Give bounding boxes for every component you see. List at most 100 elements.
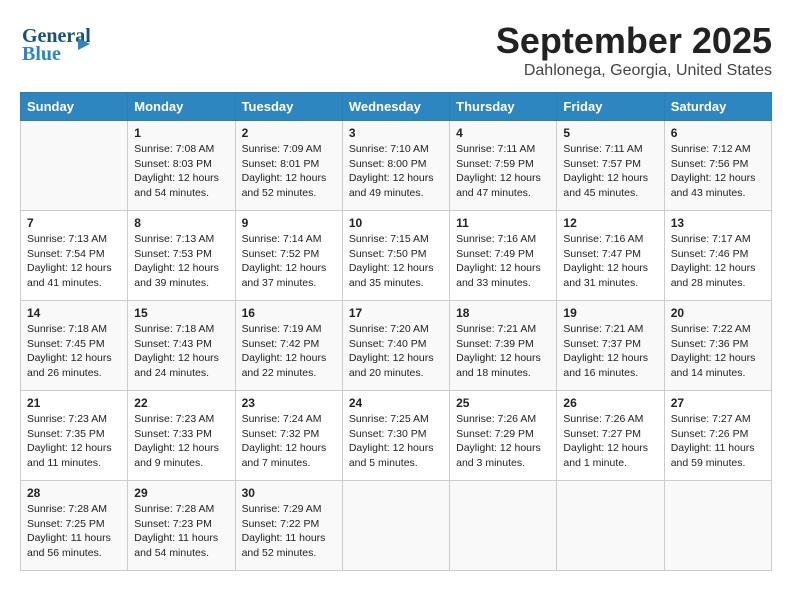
day-number: 2 [242,126,336,140]
day-content: Sunrise: 7:11 AMSunset: 7:57 PMDaylight:… [563,142,657,201]
weekday-header: Wednesday [342,93,449,121]
day-content: Sunrise: 7:21 AMSunset: 7:37 PMDaylight:… [563,322,657,381]
calendar-cell: 4Sunrise: 7:11 AMSunset: 7:59 PMDaylight… [450,121,557,211]
day-content: Sunrise: 7:16 AMSunset: 7:47 PMDaylight:… [563,232,657,291]
day-number: 26 [563,396,657,410]
day-content: Sunrise: 7:26 AMSunset: 7:27 PMDaylight:… [563,412,657,471]
calendar-cell: 17Sunrise: 7:20 AMSunset: 7:40 PMDayligh… [342,301,449,391]
day-number: 7 [27,216,121,230]
day-number: 30 [242,486,336,500]
day-content: Sunrise: 7:16 AMSunset: 7:49 PMDaylight:… [456,232,550,291]
calendar-cell: 30 Sunrise: 7:29 AMSunset: 7:22 PMDayligh… [235,481,342,571]
month-year-title: September 2025 [496,20,772,62]
calendar-week-row: 28 Sunrise: 7:28 AMSunset: 7:25 PMDayligh… [21,481,772,571]
calendar-cell: 26 Sunrise: 7:26 AMSunset: 7:27 PMDayligh… [557,391,664,481]
calendar-cell: 18Sunrise: 7:21 AMSunset: 7:39 PMDayligh… [450,301,557,391]
day-content: Sunrise: 7:27 AMSunset: 7:26 PMDaylight:… [671,412,765,471]
calendar-cell: 23 Sunrise: 7:24 AMSunset: 7:32 PMDayligh… [235,391,342,481]
calendar-cell: 10 Sunrise: 7:15 AMSunset: 7:50 PMDayligh… [342,211,449,301]
calendar-cell: 1Sunrise: 7:08 AMSunset: 8:03 PMDaylight… [128,121,235,211]
calendar-cell: 11 Sunrise: 7:16 AMSunset: 7:49 PMDayligh… [450,211,557,301]
day-number: 9 [242,216,336,230]
calendar-cell: 13 Sunrise: 7:17 AMSunset: 7:46 PMDayligh… [664,211,771,301]
logo: General Blue [20,20,90,75]
day-number: 21 [27,396,121,410]
day-number: 11 [456,216,550,230]
day-number: 24 [349,396,443,410]
calendar-cell: 25 Sunrise: 7:26 AMSunset: 7:29 PMDayligh… [450,391,557,481]
calendar-cell: 15Sunrise: 7:18 AMSunset: 7:43 PMDayligh… [128,301,235,391]
calendar-week-row: 14 Sunrise: 7:18 AMSunset: 7:45 PMDayligh… [21,301,772,391]
day-number: 4 [456,126,550,140]
day-number: 16 [242,306,336,320]
day-content: Sunrise: 7:21 AMSunset: 7:39 PMDaylight:… [456,322,550,381]
day-number: 13 [671,216,765,230]
day-number: 3 [349,126,443,140]
location-subtitle: Dahlonega, Georgia, United States [496,62,772,80]
day-content: Sunrise: 7:18 AMSunset: 7:45 PMDaylight:… [27,322,121,381]
calendar-cell: 24Sunrise: 7:25 AMSunset: 7:30 PMDayligh… [342,391,449,481]
calendar-cell [342,481,449,571]
day-content: Sunrise: 7:29 AMSunset: 7:22 PMDaylight:… [242,502,336,561]
day-content: Sunrise: 7:13 AMSunset: 7:54 PMDaylight:… [27,232,121,291]
day-number: 25 [456,396,550,410]
day-content: Sunrise: 7:19 AMSunset: 7:42 PMDaylight:… [242,322,336,381]
day-content: Sunrise: 7:13 AMSunset: 7:53 PMDaylight:… [134,232,228,291]
weekday-header: Tuesday [235,93,342,121]
calendar-cell: 19 Sunrise: 7:21 AMSunset: 7:37 PMDayligh… [557,301,664,391]
day-content: Sunrise: 7:23 AMSunset: 7:33 PMDaylight:… [134,412,228,471]
day-content: Sunrise: 7:26 AMSunset: 7:29 PMDaylight:… [456,412,550,471]
day-number: 23 [242,396,336,410]
calendar-cell [21,121,128,211]
calendar-cell: 29 Sunrise: 7:28 AMSunset: 7:23 PMDayligh… [128,481,235,571]
calendar-cell: 2 Sunrise: 7:09 AMSunset: 8:01 PMDaylight… [235,121,342,211]
calendar-body: 1Sunrise: 7:08 AMSunset: 8:03 PMDaylight… [21,121,772,571]
day-content: Sunrise: 7:24 AMSunset: 7:32 PMDaylight:… [242,412,336,471]
weekday-header: Saturday [664,93,771,121]
day-content: Sunrise: 7:23 AMSunset: 7:35 PMDaylight:… [27,412,121,471]
day-content: Sunrise: 7:22 AMSunset: 7:36 PMDaylight:… [671,322,765,381]
calendar-cell: 9 Sunrise: 7:14 AMSunset: 7:52 PMDaylight… [235,211,342,301]
calendar-cell [664,481,771,571]
calendar-cell: 5 Sunrise: 7:11 AMSunset: 7:57 PMDaylight… [557,121,664,211]
calendar-cell: 21 Sunrise: 7:23 AMSunset: 7:35 PMDayligh… [21,391,128,481]
day-number: 29 [134,486,228,500]
calendar-cell: 14 Sunrise: 7:18 AMSunset: 7:45 PMDayligh… [21,301,128,391]
weekday-header: Thursday [450,93,557,121]
weekday-header: Friday [557,93,664,121]
calendar-week-row: 7 Sunrise: 7:13 AMSunset: 7:54 PMDaylight… [21,211,772,301]
calendar-week-row: 21 Sunrise: 7:23 AMSunset: 7:35 PMDayligh… [21,391,772,481]
calendar-cell: 8 Sunrise: 7:13 AMSunset: 7:53 PMDaylight… [128,211,235,301]
day-number: 20 [671,306,765,320]
calendar-header-row: SundayMondayTuesdayWednesdayThursdayFrid… [21,93,772,121]
logo-icon: General Blue [20,20,90,70]
day-content: Sunrise: 7:28 AMSunset: 7:23 PMDaylight:… [134,502,228,561]
calendar-cell [450,481,557,571]
calendar-cell: 22 Sunrise: 7:23 AMSunset: 7:33 PMDayligh… [128,391,235,481]
day-number: 15 [134,306,228,320]
calendar-cell: 6Sunrise: 7:12 AMSunset: 7:56 PMDaylight… [664,121,771,211]
day-content: Sunrise: 7:20 AMSunset: 7:40 PMDaylight:… [349,322,443,381]
day-number: 19 [563,306,657,320]
day-number: 12 [563,216,657,230]
day-content: Sunrise: 7:15 AMSunset: 7:50 PMDaylight:… [349,232,443,291]
calendar-cell: 20 Sunrise: 7:22 AMSunset: 7:36 PMDayligh… [664,301,771,391]
day-number: 10 [349,216,443,230]
day-content: Sunrise: 7:17 AMSunset: 7:46 PMDaylight:… [671,232,765,291]
day-number: 28 [27,486,121,500]
calendar-table: SundayMondayTuesdayWednesdayThursdayFrid… [20,92,772,571]
calendar-cell: 16 Sunrise: 7:19 AMSunset: 7:42 PMDayligh… [235,301,342,391]
calendar-cell: 12 Sunrise: 7:16 AMSunset: 7:47 PMDayligh… [557,211,664,301]
svg-text:Blue: Blue [22,43,61,65]
day-number: 22 [134,396,228,410]
calendar-cell: 28 Sunrise: 7:28 AMSunset: 7:25 PMDayligh… [21,481,128,571]
day-number: 5 [563,126,657,140]
day-number: 8 [134,216,228,230]
day-content: Sunrise: 7:14 AMSunset: 7:52 PMDaylight:… [242,232,336,291]
day-number: 6 [671,126,765,140]
day-content: Sunrise: 7:28 AMSunset: 7:25 PMDaylight:… [27,502,121,561]
calendar-week-row: 1Sunrise: 7:08 AMSunset: 8:03 PMDaylight… [21,121,772,211]
calendar-cell: 27Sunrise: 7:27 AMSunset: 7:26 PMDayligh… [664,391,771,481]
day-content: Sunrise: 7:09 AMSunset: 8:01 PMDaylight:… [242,142,336,201]
day-number: 14 [27,306,121,320]
